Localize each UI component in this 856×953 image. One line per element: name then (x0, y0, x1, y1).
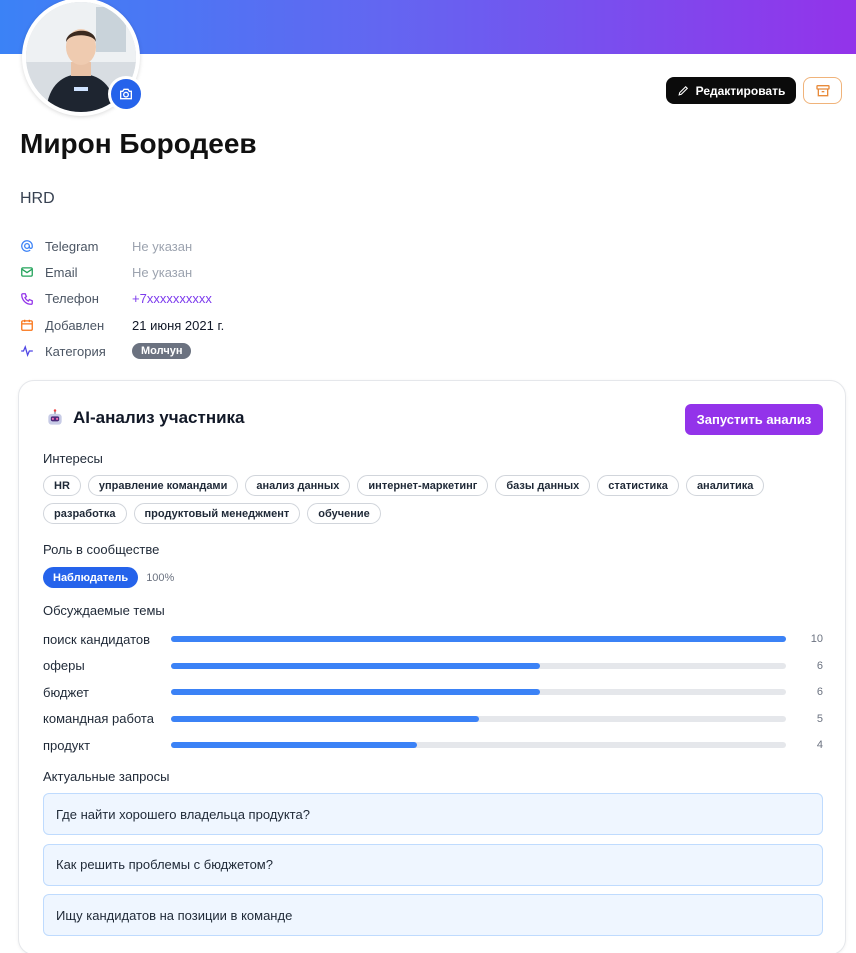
interests-list: HR управление командами анализ данных ин… (43, 475, 813, 524)
role-pill: Наблюдатель (43, 567, 139, 588)
info-label: Email (45, 264, 78, 280)
archive-button[interactable] (803, 77, 842, 104)
info-label: Телефон (45, 291, 99, 307)
category-badge: Молчун (132, 343, 192, 360)
email-value: Не указан (132, 264, 193, 280)
topic-count: 6 (816, 659, 823, 672)
topic-bar-fill (171, 715, 479, 722)
interest-chip: разработка (43, 503, 127, 524)
topic-bar-track (171, 715, 786, 722)
robot-icon (48, 409, 62, 425)
query-item[interactable]: Ищу кандидатов на позиции в команде (43, 894, 823, 936)
at-icon (20, 239, 34, 253)
calendar-icon (20, 318, 34, 332)
topic-bar-fill (171, 636, 786, 643)
interest-chip: базы данных (495, 475, 591, 496)
queries-list: Где найти хорошего владельца продукта? К… (43, 793, 823, 945)
topic-bar-fill (171, 742, 417, 749)
telegram-value: Не указан (132, 238, 193, 254)
ai-analysis-title-text: AI-анализ участника (73, 408, 245, 427)
topic-name: оферы (43, 658, 85, 674)
interest-chip: интернет-маркетинг (357, 475, 489, 496)
interest-chip: аналитика (685, 475, 765, 496)
interest-chip: анализ данных (245, 475, 351, 496)
info-row-phone: Телефон +7xxxxxxxxxx (20, 286, 224, 312)
community-role-label: Роль в сообществе (43, 542, 160, 557)
activity-icon (20, 344, 34, 358)
topic-name: бюджет (43, 684, 89, 700)
topic-name: командная работа (43, 711, 154, 727)
mail-icon (20, 265, 34, 279)
topic-bar-track (171, 742, 786, 749)
pencil-icon (678, 85, 688, 96)
contact-info: Telegram Не указан Email Не указан Телеф… (20, 233, 224, 364)
interest-chip: продуктовый менеджмент (133, 503, 301, 524)
community-role: Наблюдатель 100% (43, 567, 174, 588)
change-photo-button[interactable] (108, 76, 144, 112)
query-item[interactable]: Как решить проблемы с бюджетом? (43, 843, 823, 886)
phone-value[interactable]: +7xxxxxxxxxx (132, 291, 212, 306)
topic-bar-fill (171, 662, 540, 669)
profile-name: Мирон Бородеев (20, 128, 257, 159)
edit-profile-label: Редактировать (695, 83, 786, 98)
added-value: 21 июня 2021 г. (132, 317, 225, 333)
topic-row: оферы 6 (43, 653, 823, 680)
interest-chip: HR (43, 475, 81, 496)
topic-row: продукт 4 (43, 732, 823, 759)
role-percent: 100% (146, 571, 175, 584)
interest-chip: управление командами (87, 475, 239, 496)
info-row-added: Добавлен 21 июня 2021 г. (20, 312, 224, 338)
info-row-category: Категория Молчун (20, 338, 224, 364)
interest-chip: статистика (597, 475, 679, 496)
topic-row: бюджет 6 (43, 679, 823, 706)
phone-icon (20, 292, 34, 306)
topic-bar-fill (171, 689, 540, 696)
interest-chip: обучение (307, 503, 381, 524)
archive-icon (815, 84, 830, 96)
topic-name: поиск кандидатов (43, 631, 151, 647)
ai-analysis-title: AI-анализ участника (45, 408, 245, 428)
topics-list: поиск кандидатов 10 оферы 6 бюджет 6 ком… (43, 626, 823, 759)
ai-analysis-card: AI-анализ участника Запустить анализ Инт… (18, 380, 846, 953)
info-label: Telegram (45, 238, 99, 254)
profile-role: HRD (20, 190, 55, 207)
info-label: Категория (45, 343, 106, 359)
avatar-container (22, 0, 144, 116)
topic-count: 5 (816, 712, 823, 725)
topic-count: 4 (816, 739, 823, 752)
topic-bar-track (171, 689, 786, 696)
topics-label: Обсуждаемые темы (43, 603, 165, 618)
query-item[interactable]: Где найти хорошего владельца продукта? (43, 793, 823, 835)
run-analysis-button[interactable]: Запустить анализ (685, 404, 823, 435)
topic-bar-track (171, 662, 786, 669)
camera-icon (120, 88, 132, 100)
topic-row: командная работа 5 (43, 706, 823, 733)
edit-profile-button[interactable]: Редактировать (666, 77, 796, 104)
info-label: Добавлен (45, 317, 105, 333)
info-row-telegram: Telegram Не указан (20, 233, 224, 259)
interests-label: Интересы (43, 451, 103, 466)
topic-name: продукт (43, 737, 91, 753)
topic-count: 6 (816, 686, 823, 699)
topic-bar-track (171, 636, 786, 643)
topic-row: поиск кандидатов 10 (43, 626, 823, 653)
queries-label: Актуальные запросы (43, 769, 170, 784)
info-row-email: Email Не указан (20, 259, 224, 285)
topic-count: 10 (810, 633, 823, 646)
